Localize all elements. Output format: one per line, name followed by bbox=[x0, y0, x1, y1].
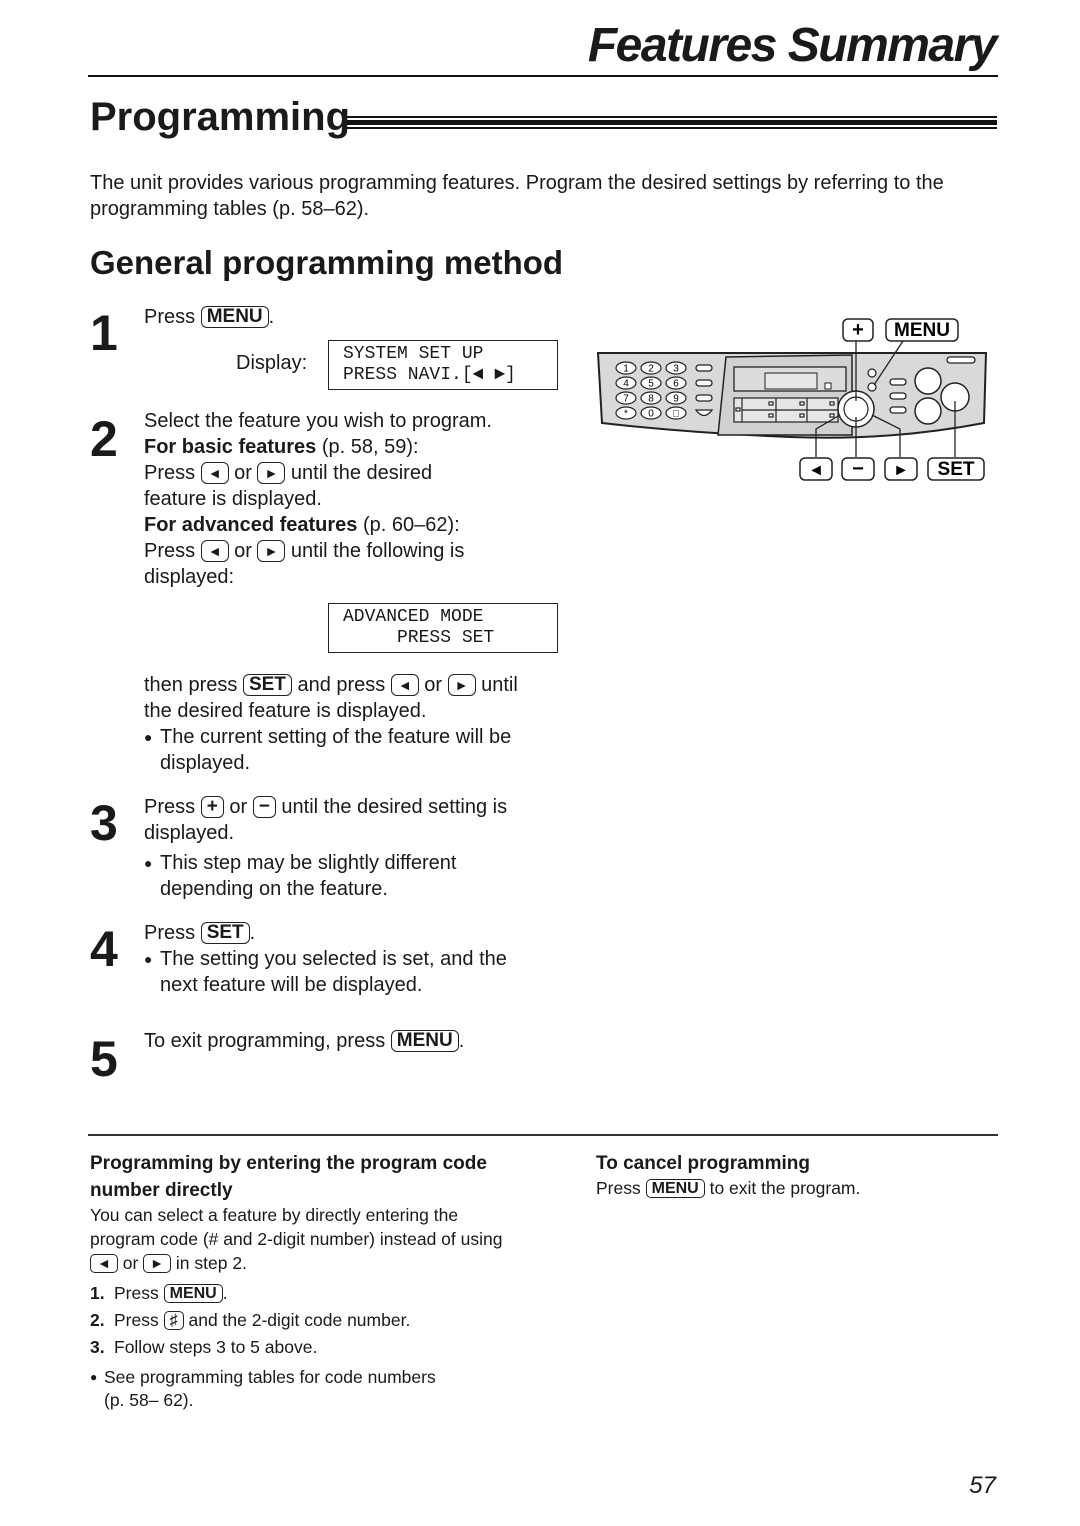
right-arrow-key: ► bbox=[257, 462, 286, 484]
lcd-line-1: ADVANCED MODE bbox=[343, 607, 484, 627]
right-arrow-key: ► bbox=[447, 674, 476, 696]
lcd-display-advanced-mode: ADVANCED MODE PRESS SET bbox=[328, 603, 558, 653]
header-rule bbox=[88, 75, 998, 77]
step-number-5: 5 bbox=[90, 1031, 118, 1087]
step-2-basic-line-2: feature is displayed. bbox=[144, 488, 322, 510]
plus-key: + bbox=[200, 796, 224, 818]
menu-key: MENU bbox=[200, 306, 269, 328]
lcd-line-1: SYSTEM SET UP bbox=[343, 344, 484, 364]
step-2-basic-features: For basic features (p. 58, 59): bbox=[144, 436, 419, 458]
direct-body-line-3: ◄ or ► in step 2. bbox=[90, 1251, 247, 1275]
right-arrow-key: ► bbox=[143, 1254, 172, 1273]
set-label: SET bbox=[938, 459, 975, 480]
right-label: ► bbox=[893, 462, 909, 479]
step-number-4: 4 bbox=[90, 921, 118, 977]
left-arrow-key: ◄ bbox=[390, 674, 419, 696]
bullet-icon: ● bbox=[144, 729, 153, 745]
step-3-bullet: ● This step may be slightly different de… bbox=[144, 852, 457, 900]
method-title: General programming method bbox=[90, 244, 564, 281]
lcd-line-2: PRESS NAVI.[◄ ►] bbox=[343, 365, 516, 385]
keypad-key-label: 8 bbox=[648, 394, 654, 405]
keypad-key-label: 4 bbox=[623, 379, 629, 390]
control-panel-diagram: 1 2 3 4 5 6 7 8 9 * 0 □ + MENU ◄ − ► SET bbox=[596, 318, 988, 481]
keypad-key-label: 7 bbox=[623, 394, 629, 405]
minus-label: − bbox=[852, 458, 864, 480]
display-label: Display: bbox=[236, 352, 308, 374]
menu-label: MENU bbox=[894, 320, 950, 341]
section-title-rule bbox=[347, 116, 997, 130]
step-number-2: 2 bbox=[90, 411, 118, 467]
bullet-icon: ● bbox=[144, 855, 153, 871]
section-title: Programming bbox=[90, 95, 351, 139]
step-2-advanced-press: Press ◄ or ► until the following is bbox=[144, 540, 465, 562]
left-arrow-key: ◄ bbox=[200, 540, 229, 562]
step-number-3: 3 bbox=[90, 795, 118, 851]
step-3-line-2: displayed. bbox=[144, 822, 235, 844]
direct-step-2: 2. Press ♯ and the 2-digit code number. bbox=[90, 1310, 411, 1330]
keypad-key-label: 5 bbox=[648, 379, 654, 390]
station-buttons bbox=[733, 397, 839, 423]
direct-programming-title: Programming by entering the program code… bbox=[90, 1153, 487, 1201]
function-buttons bbox=[889, 378, 907, 414]
step-4-bullet: ● The setting you selected is set, and t… bbox=[144, 948, 507, 996]
slot bbox=[946, 356, 976, 364]
step-2-line-1: Select the feature you wish to program. bbox=[144, 410, 492, 432]
menu-key: MENU bbox=[390, 1030, 459, 1052]
step-number-1: 1 bbox=[90, 305, 118, 361]
indicator-light bbox=[824, 382, 832, 390]
keypad-key-label: 3 bbox=[673, 364, 679, 375]
right-arrow-key: ► bbox=[257, 540, 286, 562]
lcd-line-2: PRESS SET bbox=[343, 628, 495, 648]
small-button bbox=[867, 368, 877, 378]
bullet-icon: ● bbox=[90, 1370, 98, 1384]
bullet-icon: ● bbox=[144, 951, 153, 967]
lcd-screen bbox=[764, 372, 818, 390]
keypad-key-label: * bbox=[624, 409, 628, 420]
section-divider bbox=[88, 1134, 998, 1136]
step-2-bullet: ● The current setting of the feature wil… bbox=[144, 726, 512, 774]
keypad-key-label: 6 bbox=[673, 379, 679, 390]
step-2-basic-press: Press ◄ or ► until the desired bbox=[144, 462, 433, 484]
step-3-press: Press + or − until the desired setting i… bbox=[144, 796, 508, 818]
left-arrow-key: ◄ bbox=[200, 462, 229, 484]
plus-label: + bbox=[852, 319, 864, 341]
lcd-display-system-setup: SYSTEM SET UP PRESS NAVI.[◄ ►] bbox=[328, 340, 558, 390]
step-2-advanced-features: For advanced features (p. 60–62): bbox=[144, 514, 460, 536]
page-number: 57 bbox=[969, 1472, 996, 1499]
keypad-key-label: 0 bbox=[648, 409, 654, 420]
start-button bbox=[914, 367, 942, 395]
direct-body-line-2: program code (# and 2-digit number) inst… bbox=[90, 1229, 503, 1249]
step-2-then-line-2: the desired feature is displayed. bbox=[144, 700, 427, 722]
keypad-key-label: 9 bbox=[673, 394, 679, 405]
cancel-title: To cancel programming bbox=[596, 1153, 810, 1174]
set-key: SET bbox=[200, 922, 250, 944]
left-label: ◄ bbox=[808, 462, 824, 479]
hash-key: ♯ bbox=[163, 1311, 184, 1330]
stop-button bbox=[914, 397, 942, 425]
cancel-text: Press MENU to exit the program. bbox=[596, 1178, 861, 1198]
step-2-advanced-line-2: displayed: bbox=[144, 566, 235, 588]
minus-key: − bbox=[252, 796, 276, 818]
set-key: SET bbox=[242, 674, 292, 696]
direct-steps-list: 1. Press MENU. 2. Press ♯ and the 2-digit … bbox=[90, 1280, 410, 1361]
step-1-text: Press MENU. bbox=[144, 306, 275, 328]
direct-step-3: 3. Follow steps 3 to 5 above. bbox=[90, 1337, 318, 1357]
keypad-key-label: 1 bbox=[623, 364, 629, 375]
menu-key: MENU bbox=[645, 1179, 705, 1198]
keypad-key-label: □ bbox=[673, 409, 679, 420]
menu-key: MENU bbox=[163, 1284, 223, 1303]
direct-body-line-1: You can select a feature by directly ent… bbox=[90, 1205, 459, 1225]
intro-paragraph: The unit provides various programming fe… bbox=[90, 172, 944, 220]
header-title: Features Summary bbox=[587, 19, 998, 72]
step-5-text: To exit programming, press MENU. bbox=[144, 1030, 465, 1052]
left-arrow-key: ◄ bbox=[90, 1254, 118, 1273]
keypad-key-label: 2 bbox=[648, 364, 654, 375]
direct-note: ● See programming tables for code number… bbox=[90, 1367, 436, 1410]
step-2-then-press: then press SET and press ◄ or ► until bbox=[144, 674, 518, 696]
direct-step-1: 1. Press MENU. bbox=[90, 1283, 228, 1303]
step-4-press: Press SET. bbox=[144, 922, 256, 944]
